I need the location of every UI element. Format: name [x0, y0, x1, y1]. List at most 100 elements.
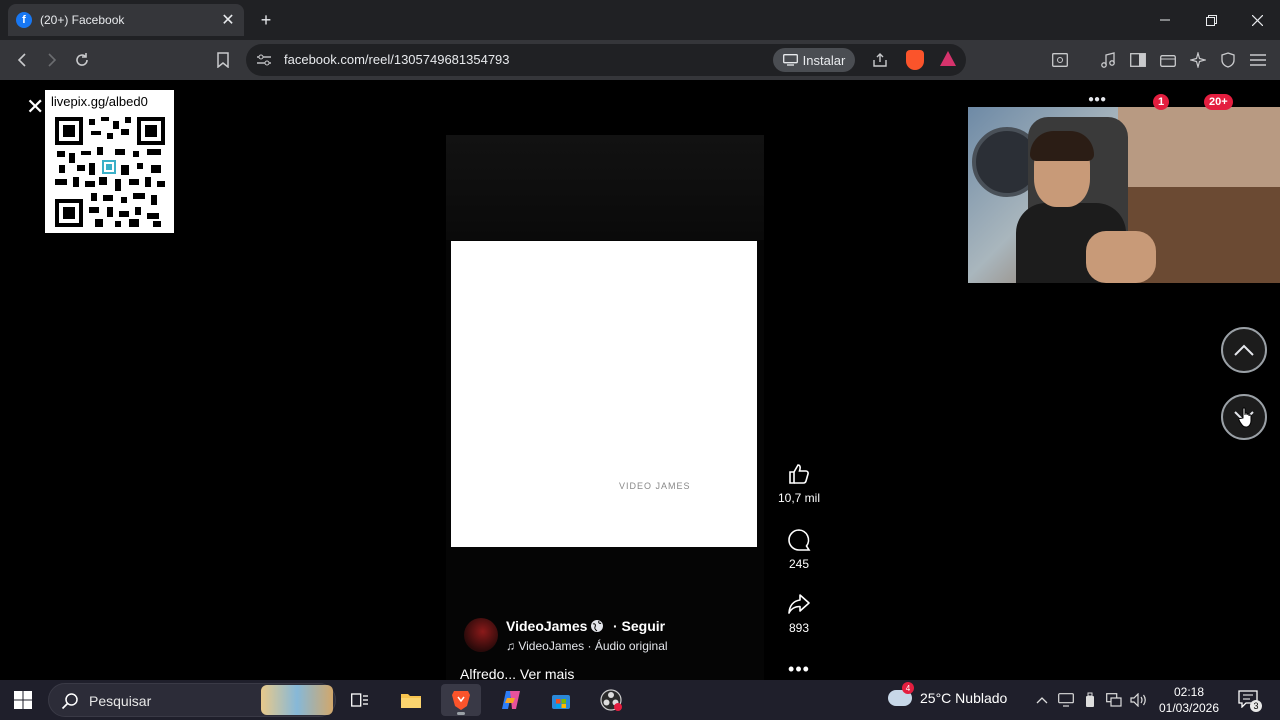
bookmark-button[interactable] — [211, 48, 235, 72]
video-watermark: VIDEO JAMES — [619, 481, 691, 491]
reel-viewer: VIDEO JAMES 10,7 mil 245 893 ••• VideoJa… — [0, 80, 1280, 682]
avatar[interactable] — [464, 618, 498, 652]
close-icon[interactable]: ✕ — [26, 96, 46, 118]
install-button[interactable]: Instalar — [773, 48, 855, 72]
brave-browser-button[interactable] — [441, 684, 481, 716]
webcam-person-arm — [1086, 231, 1156, 283]
follow-button[interactable]: · Seguir — [613, 618, 665, 634]
close-icon — [1251, 14, 1263, 26]
share-count: 893 — [788, 621, 810, 635]
clock-time: 02:18 — [1173, 685, 1205, 699]
microsoft-store-button[interactable] — [541, 684, 581, 716]
reload-button[interactable] — [70, 48, 94, 72]
menu-button[interactable] — [1246, 48, 1270, 72]
close-window-button[interactable] — [1234, 0, 1280, 40]
display-icon[interactable] — [1058, 692, 1074, 708]
media-button[interactable] — [1096, 48, 1120, 72]
webcam-person-hair — [1030, 131, 1094, 161]
browser-tab[interactable]: f (20+) Facebook ✕ — [8, 4, 244, 36]
music-icon — [1101, 52, 1115, 68]
search-icon — [61, 693, 78, 710]
new-tab-button[interactable]: + — [256, 10, 276, 30]
obs-icon — [600, 689, 622, 711]
copilot-icon — [502, 691, 520, 709]
folder-icon — [401, 694, 421, 708]
url-text: facebook.com/reel/1305749681354793 — [284, 52, 510, 67]
hand-cursor-icon — [1238, 407, 1252, 428]
chevron-up-icon — [1234, 344, 1254, 356]
obs-studio-button[interactable] — [591, 684, 631, 716]
minimize-button[interactable] — [1142, 0, 1188, 40]
search-highlight-image — [261, 685, 333, 715]
share-action[interactable]: 893 — [776, 591, 822, 635]
sparkle-icon — [1190, 52, 1206, 68]
reel-author: VideoJames · Seguir ♫ VideoJames · Áudio… — [464, 618, 764, 658]
usb-icon[interactable] — [1082, 692, 1098, 708]
reader-icon — [1052, 53, 1068, 67]
comment-count: 245 — [788, 557, 810, 571]
store-icon — [552, 695, 570, 709]
qr-code-icon — [55, 117, 165, 227]
notification-center-button[interactable]: 3 — [1238, 690, 1262, 712]
copilot-button[interactable] — [491, 684, 531, 716]
previous-reel-button[interactable] — [1221, 327, 1267, 373]
qr-code-card: livepix.gg/albed0 — [45, 90, 174, 233]
task-view-button[interactable] — [340, 684, 380, 716]
sidebar-icon — [1130, 53, 1146, 67]
comment-icon[interactable] — [776, 527, 822, 553]
weather-alert-badge: 4 — [902, 682, 914, 694]
audio-info[interactable]: ♫ VideoJames · Áudio original — [506, 639, 668, 653]
next-reel-button[interactable] — [1221, 394, 1267, 440]
comment-action[interactable]: 245 — [776, 527, 822, 571]
reload-icon — [76, 53, 88, 66]
taskbar-search[interactable]: Pesquisar — [48, 683, 336, 717]
volume-icon[interactable] — [1130, 692, 1146, 708]
restore-icon — [1205, 14, 1217, 26]
video-top-area — [446, 135, 764, 240]
address-bar[interactable]: facebook.com/reel/1305749681354793 Insta… — [246, 44, 966, 76]
site-info-icon[interactable] — [256, 52, 272, 68]
windows-start-icon[interactable] — [14, 691, 32, 709]
install-label: Instalar — [802, 52, 846, 68]
network-icon[interactable] — [1106, 692, 1122, 708]
leo-ai-button[interactable] — [1186, 48, 1210, 72]
tab-title: (20+) Facebook — [40, 13, 125, 27]
thumbs-up-icon[interactable] — [776, 461, 822, 487]
author-name[interactable]: VideoJames — [506, 618, 587, 634]
menu-grid-icon[interactable]: ●●● — [1088, 94, 1110, 106]
screen: f (20+) Facebook ✕ + facebook.com/reel/1… — [0, 0, 1280, 720]
like-count: 10,7 mil — [777, 491, 821, 505]
sidebar-button[interactable] — [1126, 48, 1150, 72]
vpn-button[interactable] — [1216, 48, 1240, 72]
notifications-badge[interactable]: 20+ — [1204, 94, 1233, 110]
weather-text: 25°C Nublado — [920, 690, 1008, 706]
arrow-left-icon — [17, 53, 26, 67]
brave-shields-icon[interactable] — [906, 50, 924, 70]
weather-widget[interactable]: 4 25°C Nublado — [888, 682, 1008, 706]
restore-button[interactable] — [1188, 0, 1234, 40]
system-clock[interactable]: 02:18 01/03/2026 — [1152, 684, 1226, 716]
close-tab-icon[interactable]: ✕ — [218, 10, 238, 30]
shield-icon — [1221, 52, 1235, 68]
share-icon[interactable] — [872, 52, 888, 68]
music-note-icon: ♫ — [506, 639, 519, 653]
reader-mode-button[interactable] — [1048, 48, 1072, 72]
wallet-button[interactable] — [1156, 48, 1180, 72]
minimize-icon — [1160, 19, 1170, 21]
show-hidden-icons-icon[interactable] — [1034, 692, 1050, 708]
facebook-icon: f — [16, 12, 32, 28]
brave-rewards-icon[interactable] — [940, 51, 956, 66]
wallet-icon — [1160, 55, 1176, 67]
back-button[interactable] — [10, 48, 34, 72]
file-explorer-button[interactable] — [391, 684, 431, 716]
cloud-icon: 4 — [888, 682, 914, 706]
share-arrow-icon[interactable] — [776, 591, 822, 617]
globe-icon — [590, 619, 604, 633]
like-action[interactable]: 10,7 mil — [776, 461, 822, 505]
more-options-icon[interactable]: ••• — [786, 659, 812, 680]
audio-label: VideoJames · Áudio original — [518, 639, 668, 653]
forward-button[interactable] — [40, 48, 64, 72]
browser-tab-bar: f (20+) Facebook ✕ + — [0, 0, 1280, 40]
messenger-badge[interactable]: 1 — [1153, 94, 1170, 110]
hamburger-icon — [1250, 54, 1266, 66]
